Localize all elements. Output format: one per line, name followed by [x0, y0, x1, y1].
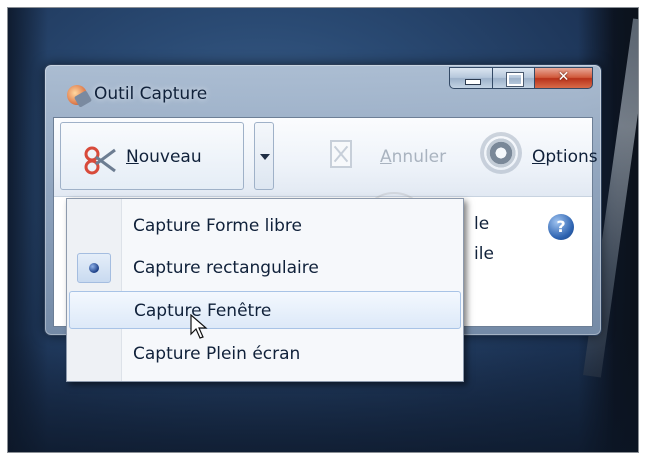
cancel-button[interactable]: Annuler: [380, 147, 446, 167]
help-icon[interactable]: ?: [548, 214, 574, 240]
new-capture-menu: Capture Forme libre Capture rectangulair…: [66, 198, 464, 382]
options-button[interactable]: Options: [532, 147, 598, 167]
toolbar: Nouveau Annuler Options: [54, 118, 598, 197]
menu-item-rectangular[interactable]: Capture rectangulaire: [69, 249, 461, 287]
close-icon: ✕: [557, 69, 570, 85]
radio-dot-icon: [89, 263, 99, 273]
app-scissors-icon: [67, 85, 87, 105]
close-button[interactable]: ✕: [535, 67, 593, 89]
minimize-button[interactable]: [449, 67, 493, 89]
maximize-icon: [507, 73, 523, 86]
minimize-icon: [465, 79, 481, 85]
scissors-icon: [84, 146, 116, 175]
cancel-icon: [330, 140, 352, 168]
mouse-cursor-icon: [190, 314, 208, 339]
gear-icon[interactable]: [484, 136, 518, 170]
window-title: Outil Capture: [94, 84, 208, 104]
menu-item-label: Capture Plein écran: [133, 344, 301, 364]
caption-buttons: ✕: [449, 67, 593, 89]
new-dropdown-button[interactable]: [254, 122, 274, 190]
new-button-label[interactable]: Nouveau: [126, 147, 202, 167]
background-text-line-1: le: [474, 214, 490, 234]
menu-item-label: Capture Forme libre: [133, 216, 302, 236]
title-bar[interactable]: Outil Capture ✕: [45, 65, 601, 117]
menu-item-window[interactable]: Capture Fenêtre: [69, 291, 461, 329]
background-text-line-2: ile: [474, 244, 494, 264]
maximize-button[interactable]: [493, 67, 535, 89]
menu-item-free-form[interactable]: Capture Forme libre: [69, 207, 461, 245]
menu-item-label: Capture rectangulaire: [133, 258, 319, 278]
menu-item-full-screen[interactable]: Capture Plein écran: [69, 335, 461, 373]
screenshot-frame: Outil Capture ✕ Nouveau Annuler Options …: [7, 7, 639, 453]
